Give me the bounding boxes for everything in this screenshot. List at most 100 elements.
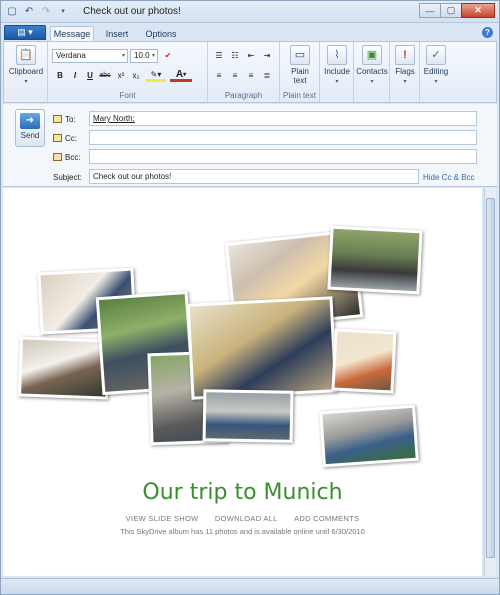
bcc-row: Bcc: — [53, 149, 89, 165]
numbering-icon[interactable]: ☷ — [228, 49, 242, 62]
view-slide-show-link[interactable]: VIEW SLIDE SHOW — [126, 514, 199, 523]
to-label: To: — [65, 114, 76, 124]
contacts-group: ▣ Contacts ▾ — [354, 42, 390, 102]
include-button[interactable]: ⌇ Include ▾ — [321, 45, 353, 87]
include-label: Include — [324, 67, 350, 76]
help-icon[interactable]: ? — [482, 27, 493, 38]
add-comments-link[interactable]: ADD COMMENTS — [294, 514, 359, 523]
scrollbar-thumb[interactable] — [486, 198, 495, 558]
maximize-button[interactable]: ▢ — [440, 3, 462, 18]
cc-field[interactable] — [89, 130, 477, 145]
message-body[interactable]: Our trip to Munich VIEW SLIDE SHOW DOWNL… — [3, 188, 482, 576]
contacts-icon: ▣ — [362, 45, 382, 65]
subject-row: Subject: — [53, 169, 89, 185]
clipboard-label: Clipboard — [8, 67, 44, 76]
album-links: VIEW SLIDE SHOW DOWNLOAD ALL ADD COMMENT… — [3, 514, 482, 523]
decrease-indent-icon[interactable]: ⇤ — [244, 49, 258, 62]
font-group-label: Font — [119, 91, 136, 100]
plain-text-icon: ▭ — [290, 45, 310, 65]
contacts-label: Contacts — [356, 67, 388, 76]
editing-icon: ✓ — [426, 45, 446, 65]
flags-label: Flags — [395, 67, 415, 76]
close-button[interactable]: ✕ — [461, 3, 495, 18]
highlight-color-icon[interactable]: ✎▾ — [146, 69, 166, 82]
editing-label: Editing — [423, 67, 449, 76]
subject-label: Subject: — [53, 172, 82, 182]
hide-cc-bcc-link[interactable]: Hide Cc & Bcc — [423, 173, 475, 182]
photo — [17, 336, 111, 400]
subscript-button[interactable]: x₂ — [129, 69, 143, 82]
subject-field[interactable]: Check out our photos! — [89, 169, 419, 184]
font-family-value: Verdana — [56, 51, 86, 60]
cc-row: Cc: — [53, 130, 89, 146]
bold-button[interactable]: B — [53, 69, 67, 82]
cc-label-wrap[interactable]: Cc: — [53, 134, 89, 143]
vertical-scrollbar[interactable] — [484, 188, 496, 576]
file-menu-button[interactable]: ▤ ▾ — [4, 25, 46, 40]
address-book-icon — [53, 134, 62, 142]
justify-icon[interactable]: ≣ — [260, 69, 274, 82]
clipboard-icon: 📋 — [16, 45, 36, 65]
paperclip-icon: ⌇ — [327, 45, 347, 65]
redo-icon[interactable]: ↷ — [39, 4, 53, 18]
tab-message[interactable]: Message — [50, 26, 94, 41]
photo — [327, 225, 423, 295]
spelling-icon[interactable]: ✔ — [161, 49, 175, 62]
plain-text-group-label: Plain text — [283, 91, 316, 100]
send-label: Send — [20, 131, 40, 140]
flags-group: ! Flags ▾ — [390, 42, 420, 102]
font-size-value: 10.0 — [134, 51, 150, 60]
to-recipient[interactable]: Mary North; — [93, 114, 135, 123]
new-message-icon[interactable]: ▢ — [5, 4, 19, 18]
photo — [331, 328, 397, 394]
plain-text-group: ▭ Plain text Plain text — [280, 42, 320, 102]
flags-button[interactable]: ! Flags ▾ — [391, 45, 419, 87]
undo-icon[interactable]: ↶ — [22, 4, 36, 18]
to-row: To: — [53, 111, 89, 127]
quick-access-toolbar: ▢ ↶ ↷ ▾ — [5, 4, 70, 18]
flag-icon: ! — [395, 45, 415, 65]
editing-group: ✓ Editing ▾ — [420, 42, 452, 102]
font-color-icon[interactable]: A ▾ — [170, 69, 192, 82]
paragraph-group-label: Paragraph — [224, 91, 263, 100]
address-book-icon — [53, 115, 62, 123]
window-controls: — ▢ ✕ — [419, 3, 495, 18]
editing-button[interactable]: ✓ Editing ▾ — [421, 45, 451, 87]
tab-insert[interactable]: Insert — [100, 26, 134, 41]
photo — [186, 296, 338, 400]
send-button[interactable]: ➜ Send — [15, 109, 45, 147]
plain-text-label-2: text — [293, 76, 307, 85]
superscript-button[interactable]: x² — [114, 69, 128, 82]
font-size-select[interactable]: 10.0 ▾ — [130, 49, 158, 63]
message-header: ➜ Send To: Mary North; Cc: Bcc: Subject:… — [3, 104, 497, 187]
tab-options[interactable]: Options — [141, 26, 181, 41]
customize-toolbar-icon[interactable]: ▾ — [56, 4, 70, 18]
send-icon: ➜ — [20, 113, 40, 129]
paragraph-group: ☰ ☷ ⇤ ⇥ ≡ ≡ ≡ ≣ Paragraph — [208, 42, 280, 102]
clipboard-group: 📋 Clipboard ▾ — [4, 42, 48, 102]
strikethrough-button[interactable]: abc — [98, 69, 112, 82]
to-field[interactable]: Mary North; — [89, 111, 477, 126]
paste-button[interactable]: 📋 Clipboard ▾ — [8, 45, 44, 87]
underline-button[interactable]: U — [83, 69, 97, 82]
increase-indent-icon[interactable]: ⇥ — [260, 49, 274, 62]
title-bar: ▢ ↶ ↷ ▾ Check out our photos! — ▢ ✕ — [1, 1, 499, 23]
contacts-button[interactable]: ▣ Contacts ▾ — [355, 45, 389, 87]
bcc-label-wrap[interactable]: Bcc: — [53, 153, 89, 162]
window-title: Check out our photos! — [83, 6, 181, 17]
plain-text-label-1: Plain — [291, 67, 309, 76]
minimize-button[interactable]: — — [419, 3, 441, 18]
align-center-icon[interactable]: ≡ — [228, 69, 242, 82]
status-bar — [1, 578, 499, 594]
italic-button[interactable]: I — [68, 69, 82, 82]
album-title: Our trip to Munich — [142, 480, 343, 505]
to-label-wrap[interactable]: To: — [53, 115, 89, 124]
bcc-field[interactable] — [89, 149, 477, 164]
align-right-icon[interactable]: ≡ — [244, 69, 258, 82]
download-all-link[interactable]: DOWNLOAD ALL — [215, 514, 278, 523]
plain-text-button[interactable]: ▭ Plain text — [283, 45, 317, 85]
font-family-select[interactable]: Verdana ▾ — [52, 49, 128, 63]
align-left-icon[interactable]: ≡ — [212, 69, 226, 82]
address-book-icon — [53, 153, 62, 161]
bullets-icon[interactable]: ☰ — [212, 49, 226, 62]
